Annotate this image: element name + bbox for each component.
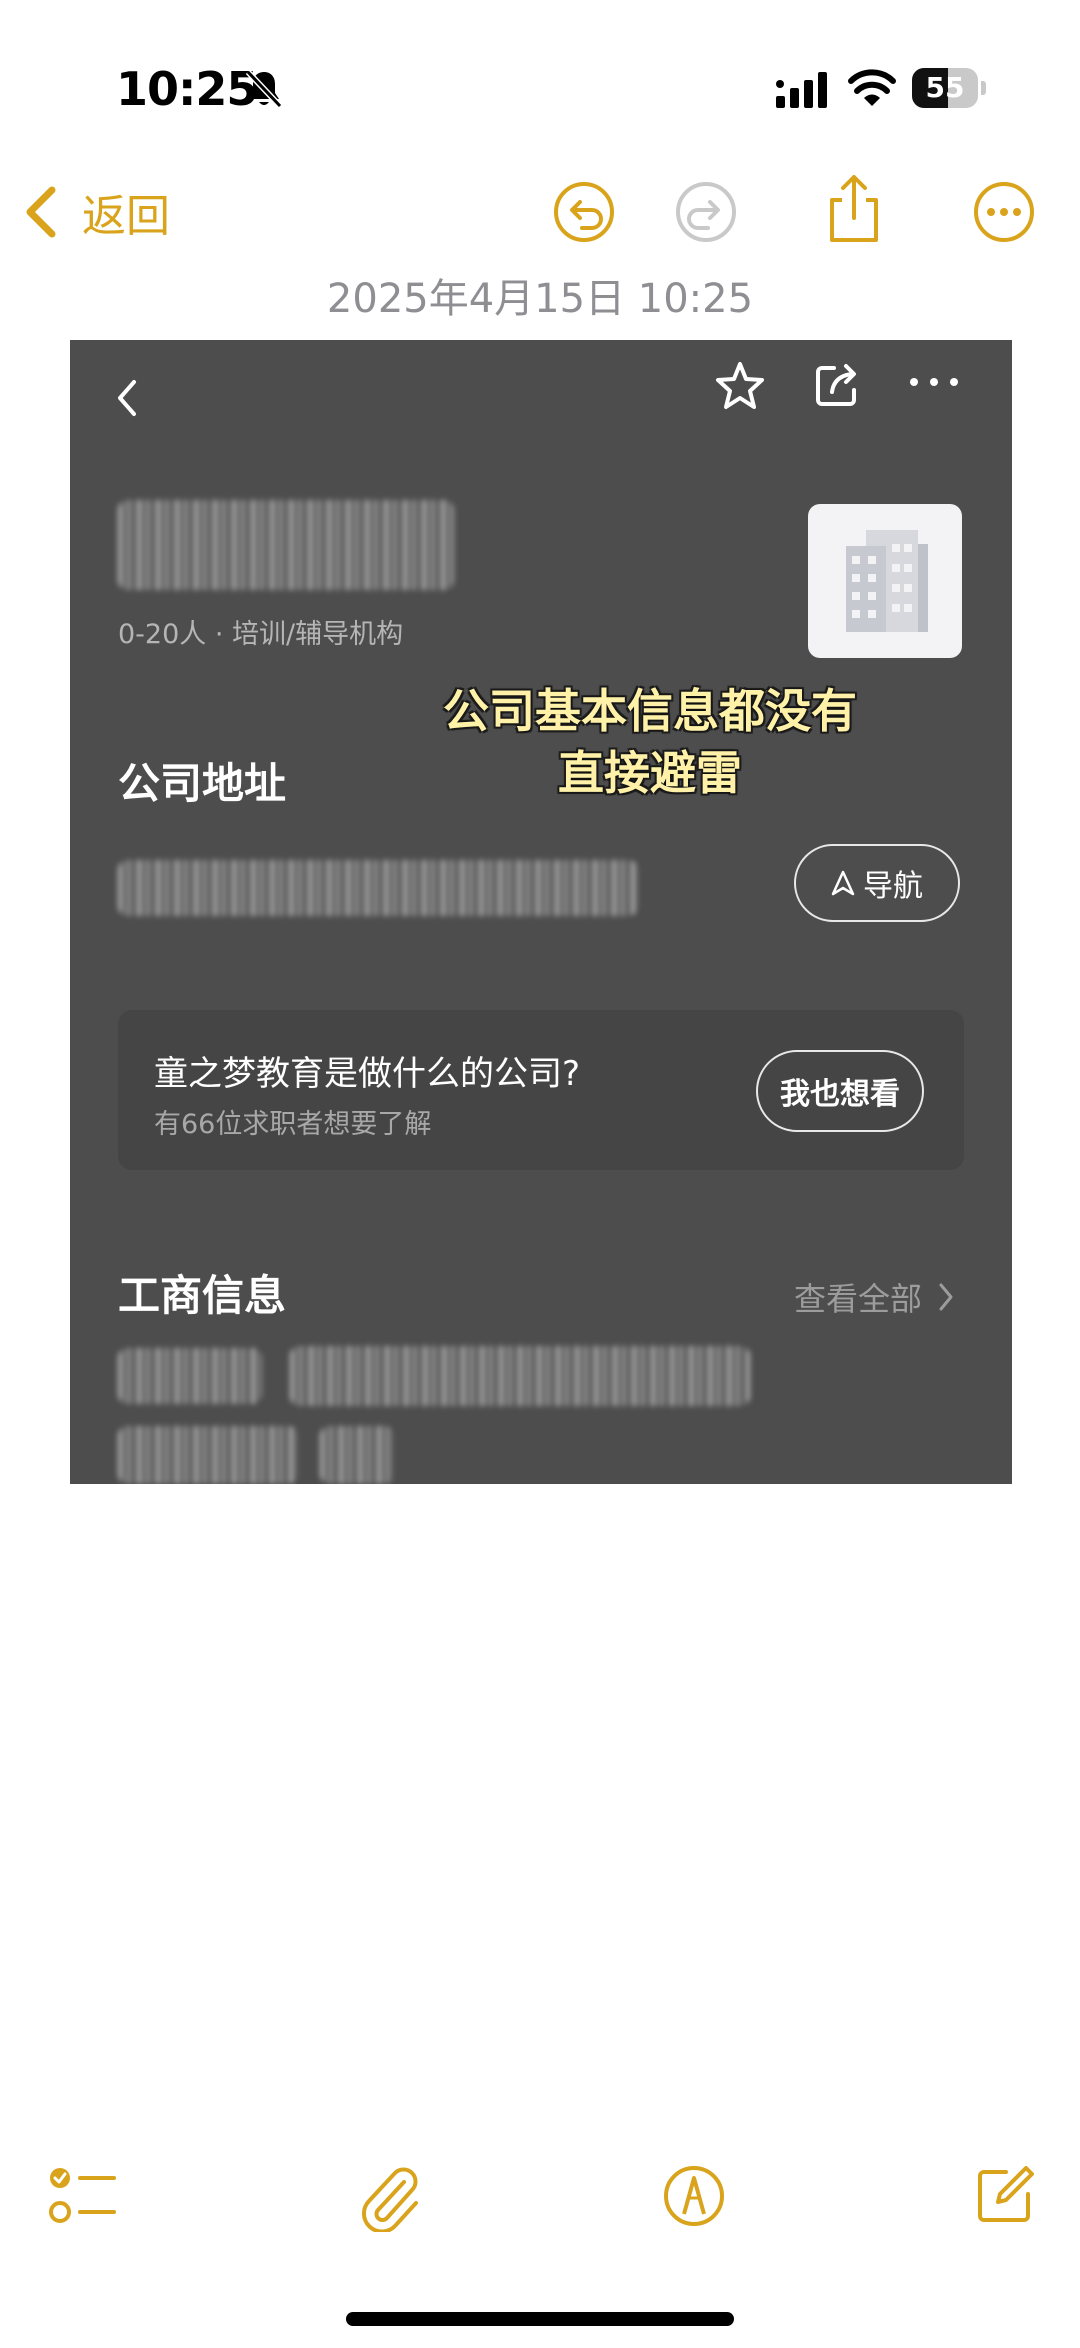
qa-card[interactable]: 童之梦教育是做什么的公司? 有66位求职者想要了解 我也想看 [118,1010,964,1170]
overlay-caption-line2: 直接避雷 [558,746,742,800]
back-button[interactable]: 返回 [18,180,170,244]
compose-icon[interactable] [972,2162,1038,2228]
want-to-see-button[interactable]: 我也想看 [756,1050,924,1132]
navigation-arrow-icon [831,870,855,896]
address-title: 公司地址 [118,759,287,808]
undo-icon[interactable] [552,180,616,244]
business-info-title: 工商信息 [118,1271,287,1320]
qa-title: 童之梦教育是做什么的公司? [154,1054,581,1094]
markup-icon[interactable] [662,2164,726,2228]
note-timestamp: 2025年4月15日 10:25 [326,276,754,322]
share-icon [816,364,856,406]
business-info-redacted-1 [118,1348,262,1404]
company-meta: 0-20人 · 培训/辅导机构 [118,619,404,650]
navigate-label: 导航 [863,869,923,904]
chevron-right-icon [939,1283,953,1311]
share-icon[interactable] [824,172,884,244]
address-redacted [118,860,638,916]
redo-icon[interactable] [674,180,738,244]
business-info-redacted-3 [118,1426,298,1484]
checklist-icon[interactable] [48,2164,118,2230]
chevron-left-icon [118,380,136,416]
overlay-caption-line1: 公司基本信息都没有 [443,684,857,738]
cellular-signal-icon [776,72,827,108]
embedded-screenshot[interactable]: 0-20人 · 培训/辅导机构 公司基本信息都没有 直接避雷 公司地址 导航 童… [70,340,1012,1484]
battery-indicator: 55 [912,68,988,108]
company-logo [808,504,962,658]
company-name-redacted [118,500,454,590]
qa-subtitle: 有66位求职者想要了解 [154,1109,432,1140]
business-info-redacted-4 [320,1426,394,1484]
star-icon [716,362,764,409]
building-icon [846,530,928,632]
bell-slash-icon [245,69,283,109]
navigate-button[interactable]: 导航 [794,844,960,922]
business-info-redacted-2 [290,1346,750,1406]
overlay-caption: 公司基本信息都没有 直接避雷 [370,680,930,804]
wifi-icon [848,69,896,106]
more-icon[interactable] [972,180,1036,244]
attachment-icon[interactable] [358,2164,424,2232]
status-time: 10:25 [116,62,258,116]
back-label: 返回 [82,191,170,242]
home-indicator[interactable] [346,2312,734,2326]
chevron-left-icon [26,186,56,238]
more-icon [910,378,958,386]
view-all-label: 查看全部 [794,1280,923,1318]
view-all-link[interactable]: 查看全部 [794,1274,956,1320]
